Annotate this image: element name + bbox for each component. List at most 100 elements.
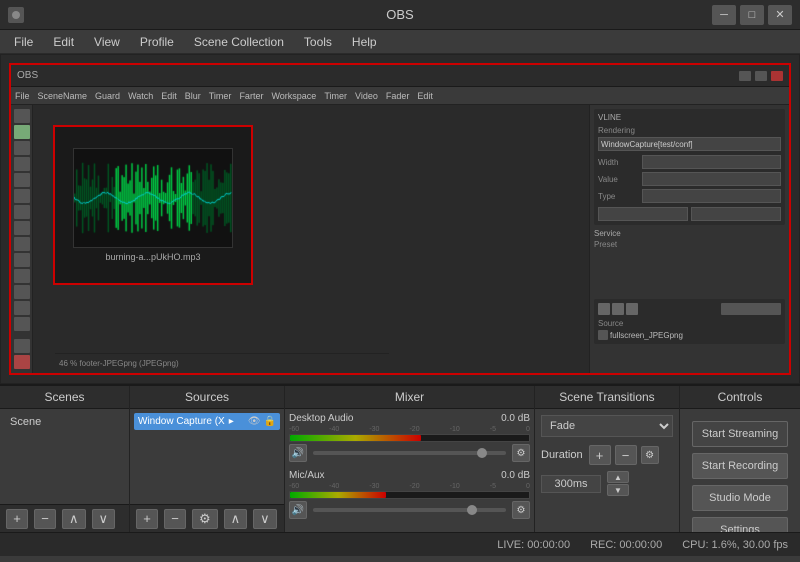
scene-item[interactable]: Scene [4, 413, 125, 431]
add-source-button[interactable]: + [136, 509, 158, 529]
duration-input[interactable] [541, 475, 601, 493]
menu-scene-collection[interactable]: Scene Collection [184, 33, 294, 51]
close-button[interactable]: ✕ [768, 5, 792, 25]
desktop-controls: 🔊 ⚙ [289, 444, 530, 462]
menu-help[interactable]: Help [342, 33, 387, 51]
tick-7: 0 [526, 426, 530, 433]
source-eye-icon[interactable]: 👁 [248, 416, 261, 427]
mic-mute-button[interactable]: 🔊 [289, 501, 307, 519]
inner-tool-15 [14, 339, 30, 353]
inner-tool-4 [14, 157, 30, 171]
value-input[interactable] [642, 172, 781, 186]
transitions-content: Fade Cut Swipe Duration + − ⚙ ▲ ▼ [535, 409, 679, 532]
small-input-1[interactable] [598, 207, 688, 221]
remove-scene-button[interactable]: − [34, 509, 56, 529]
duration-input-row: ▲ ▼ [541, 471, 673, 496]
controls-panel: Controls Start Streaming Start Recording… [680, 386, 800, 532]
icon-row [598, 303, 781, 315]
desktop-gear-button[interactable]: ⚙ [512, 444, 530, 462]
type-input[interactable] [642, 189, 781, 203]
inner-tool-7 [14, 205, 30, 219]
source-up-button[interactable]: ∧ [224, 509, 248, 529]
scene-up-button[interactable]: ∧ [62, 509, 86, 529]
remove-transition-button[interactable]: − [615, 445, 637, 465]
remove-source-button[interactable]: − [164, 509, 186, 529]
transition-gear-button[interactable]: ⚙ [641, 446, 659, 464]
small-input-2[interactable] [691, 207, 781, 221]
mic-meter-track [289, 491, 530, 499]
mic-volume-slider[interactable] [313, 504, 506, 516]
menubar: File Edit View Profile Scene Collection … [0, 30, 800, 54]
inner-tool-1 [14, 109, 30, 123]
mic-aux-label: Mic/Aux [289, 470, 489, 481]
rendering-input[interactable] [598, 137, 781, 151]
mic-volume-knob [467, 505, 477, 515]
inner-content: burning-a...pUkHO.mp3 46 % footer-JPEGpn… [11, 105, 789, 373]
inner-tool-13 [14, 301, 30, 315]
controls-content: Start Streaming Start Recording Studio M… [680, 409, 800, 532]
prop-select [721, 303, 781, 315]
inner-menu-edit: Edit [161, 91, 177, 101]
properties-section-2: Source fullscreen_JPEGpng [594, 299, 785, 344]
duration-up-button[interactable]: ▲ [607, 471, 629, 483]
source-down-button[interactable]: ∨ [253, 509, 277, 529]
live-status: LIVE: 00:00:00 [497, 539, 570, 551]
inner-menu-timer: Timer [209, 91, 232, 101]
inner-menubar: File SceneName Guard Watch Edit Blur Tim… [11, 87, 789, 105]
inner-tool-9 [14, 237, 30, 251]
inner-menu-timer2: Timer [324, 91, 347, 101]
source-item[interactable]: Window Capture (X ▸ 👁 🔒 [134, 413, 280, 430]
tick-4b: -20 [409, 483, 419, 490]
start-recording-button[interactable]: Start Recording [692, 453, 788, 479]
inner-tool-6 [14, 189, 30, 203]
scene-down-button[interactable]: ∨ [92, 509, 116, 529]
source-row: fullscreen_JPEGpng [598, 330, 781, 340]
duration-controls: + − ⚙ [589, 445, 659, 465]
add-transition-button[interactable]: + [589, 445, 611, 465]
tick-6: -5 [490, 426, 496, 433]
mixer-content: Desktop Audio 0.0 dB -60 -40 -30 -20 -10… [285, 409, 534, 532]
mic-gear-button[interactable]: ⚙ [512, 501, 530, 519]
window-title: OBS [386, 7, 413, 22]
duration-arrows: ▲ ▼ [607, 471, 629, 496]
menu-edit[interactable]: Edit [43, 33, 84, 51]
prop-icon-3 [626, 303, 638, 315]
duration-row: Duration + − ⚙ [541, 445, 673, 465]
inner-menu-blur: Blur [185, 91, 201, 101]
duration-down-button[interactable]: ▼ [607, 484, 629, 496]
desktop-meter-bar [290, 435, 421, 441]
inner-status-text: 46 % footer-JPEGpng (JPEGpng) [59, 359, 179, 368]
inner-menu-guard: Guard [95, 91, 120, 101]
maximize-button[interactable]: □ [740, 5, 764, 25]
value-row: Value [598, 172, 781, 186]
desktop-mute-button[interactable]: 🔊 [289, 444, 307, 462]
studio-mode-button[interactable]: Studio Mode [692, 485, 788, 511]
small-inputs-row [598, 207, 781, 221]
transition-select[interactable]: Fade Cut Swipe [541, 415, 673, 437]
start-streaming-button[interactable]: Start Streaming [692, 421, 788, 447]
mixer-panel: Mixer Desktop Audio 0.0 dB -60 -40 -30 -… [285, 386, 535, 532]
inner-menu-farter: Farter [239, 91, 263, 101]
titlebar-left [8, 7, 24, 23]
menu-view[interactable]: View [84, 33, 130, 51]
sources-toolbar: + − ⚙ ∧ ∨ [130, 504, 284, 532]
width-input[interactable] [642, 155, 781, 169]
desktop-volume-slider[interactable] [313, 447, 506, 459]
settings-button[interactable]: Settings [692, 517, 788, 532]
add-scene-button[interactable]: + [6, 509, 28, 529]
menu-file[interactable]: File [4, 33, 43, 51]
mixer-channel-desktop: Desktop Audio 0.0 dB -60 -40 -30 -20 -10… [289, 413, 530, 462]
minimize-button[interactable]: ─ [712, 5, 736, 25]
inner-properties-panel: VLINE Rendering Width Value Type [589, 105, 789, 373]
scenes-content: Scene [0, 409, 129, 504]
source-settings-button[interactable]: ⚙ [192, 509, 218, 529]
scenes-toolbar: + − ∧ ∨ [0, 504, 129, 532]
source-lock-icon[interactable]: 🔒 [264, 416, 276, 427]
menu-tools[interactable]: Tools [294, 33, 342, 51]
prop-icon-1 [598, 303, 610, 315]
main-preview-area: OBS File SceneName Guard Watch Edit Blur… [0, 54, 800, 384]
mixer-header: Mixer [285, 386, 534, 409]
prop-icon-2 [612, 303, 624, 315]
menu-profile[interactable]: Profile [130, 33, 184, 51]
tick-5b: -10 [450, 483, 460, 490]
